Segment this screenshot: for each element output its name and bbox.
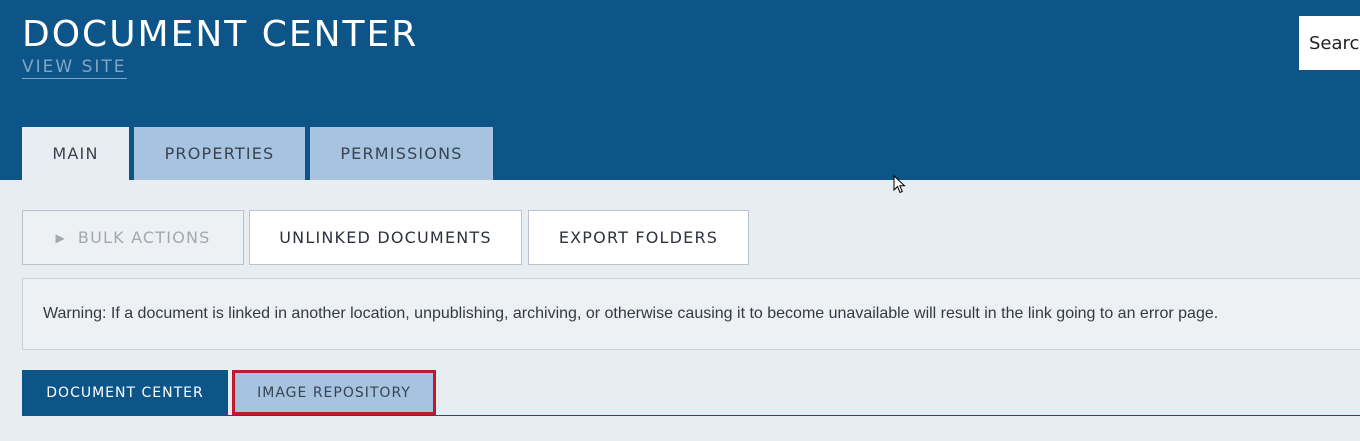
subtab-document-center[interactable]: DOCUMENT CENTER <box>22 370 228 415</box>
subtab-image-repository[interactable]: IMAGE REPOSITORY <box>232 370 436 415</box>
view-site-link[interactable]: VIEW SITE <box>22 57 127 79</box>
tab-properties[interactable]: PROPERTIES <box>134 127 305 180</box>
bulk-actions-label: BULK ACTIONS <box>77 228 211 247</box>
tab-permissions[interactable]: PERMISSIONS <box>310 127 493 180</box>
warning-box: Warning: If a document is linked in anot… <box>22 278 1360 350</box>
play-triangle-icon: ▶ <box>55 230 66 245</box>
warning-text: Warning: If a document is linked in anot… <box>43 305 1219 322</box>
tab-main[interactable]: MAIN <box>22 127 129 180</box>
unlinked-documents-button[interactable]: UNLINKED DOCUMENTS <box>249 210 522 265</box>
subtab-divider <box>22 415 1360 416</box>
search-input[interactable] <box>1299 16 1360 70</box>
mouse-cursor-icon <box>893 175 906 194</box>
app-title: DOCUMENT CENTER <box>22 14 419 55</box>
bulk-actions-button[interactable]: ▶ BULK ACTIONS <box>22 210 244 265</box>
export-folders-button[interactable]: EXPORT FOLDERS <box>528 210 749 265</box>
header: DOCUMENT CENTER VIEW SITE MAIN PROPERTIE… <box>0 0 1360 180</box>
